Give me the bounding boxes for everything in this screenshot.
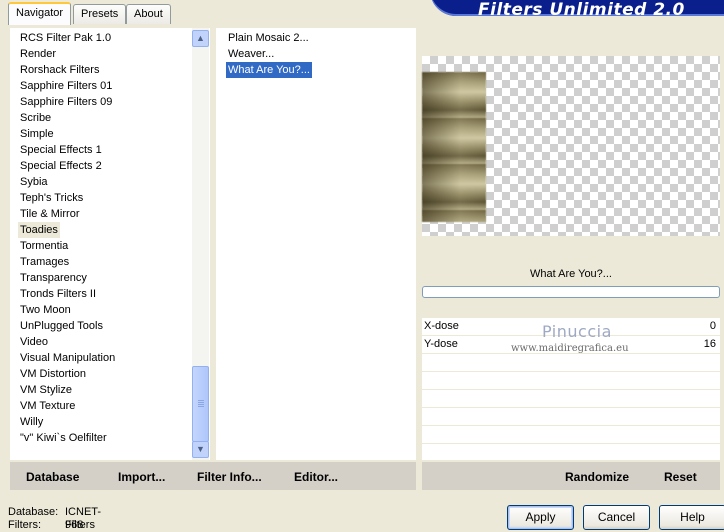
param-value[interactable]: 0: [710, 318, 716, 335]
editor-button[interactable]: Editor...: [294, 470, 338, 484]
database-button[interactable]: Database: [26, 470, 79, 484]
param-row-empty: [422, 426, 720, 444]
category-item[interactable]: Tramages: [20, 254, 69, 270]
preview-image: [422, 72, 486, 222]
app-banner: Filters Unlimited 2.0: [430, 0, 724, 16]
param-row-empty: [422, 390, 720, 408]
filter-info-button[interactable]: Filter Info...: [197, 470, 262, 484]
param-label: X-dose: [424, 320, 459, 332]
randomize-button[interactable]: Randomize: [565, 470, 629, 484]
category-scrollbar[interactable]: ▲ ▼: [192, 28, 209, 460]
app-title: Filters Unlimited 2.0: [478, 0, 685, 16]
category-item[interactable]: Two Moon: [20, 302, 71, 318]
category-item[interactable]: Tile & Mirror: [20, 206, 79, 222]
scroll-thumb[interactable]: [192, 366, 209, 442]
tab-navigator[interactable]: Navigator: [8, 2, 72, 25]
progress-bar: [422, 286, 720, 298]
filter-item[interactable]: Plain Mosaic 2...: [226, 30, 311, 46]
apply-button[interactable]: Apply: [507, 505, 574, 530]
filter-list[interactable]: Plain Mosaic 2... Weaver... What Are You?.…: [216, 28, 416, 460]
category-item[interactable]: Teph's Tricks: [20, 190, 83, 206]
preview-canvas[interactable]: [422, 56, 720, 236]
watermark-url: www.maidiregrafica.eu: [511, 343, 629, 354]
category-item[interactable]: Transparency: [20, 270, 87, 286]
left-action-bar: Database Import... Filter Info... Editor…: [10, 462, 416, 490]
category-item[interactable]: Simple: [20, 126, 54, 142]
tab-presets[interactable]: Presets: [73, 4, 127, 24]
category-item[interactable]: Sapphire Filters 09: [20, 94, 112, 110]
import-button[interactable]: Import...: [118, 470, 165, 484]
category-item[interactable]: VM Texture: [20, 398, 75, 414]
category-item[interactable]: Visual Manipulation: [20, 350, 115, 366]
category-item[interactable]: UnPlugged Tools: [20, 318, 103, 334]
tab-about[interactable]: About: [126, 4, 171, 24]
reset-button[interactable]: Reset: [664, 470, 697, 484]
category-item[interactable]: Scribe: [20, 110, 51, 126]
param-label: Y-dose: [424, 338, 458, 350]
category-item[interactable]: Sybia: [20, 174, 48, 190]
status-filters-value: 968: [65, 519, 84, 531]
filter-item[interactable]: Weaver...: [226, 46, 276, 62]
category-item[interactable]: Tronds Filters II: [20, 286, 96, 302]
category-item[interactable]: RCS Filter Pak 1.0: [20, 30, 111, 46]
category-item[interactable]: Sapphire Filters 01: [20, 78, 112, 94]
scroll-up-arrow-icon[interactable]: ▲: [192, 30, 209, 47]
status-database: Database: ICNET-Filters: [8, 506, 101, 531]
category-item[interactable]: VM Distortion: [20, 366, 86, 382]
status-database-label: Database:: [8, 506, 59, 518]
scroll-down-arrow-icon[interactable]: ▼: [192, 441, 209, 458]
category-item[interactable]: Rorshack Filters: [20, 62, 99, 78]
param-value[interactable]: 16: [704, 336, 716, 353]
cancel-button[interactable]: Cancel: [583, 505, 650, 530]
param-row-empty: [422, 354, 720, 372]
filter-item[interactable]: What Are You?...: [226, 62, 312, 78]
param-row-empty: [422, 408, 720, 426]
status-filters: Filters: 968: [8, 519, 83, 532]
category-item[interactable]: Special Effects 1: [20, 142, 102, 158]
category-item[interactable]: "v" Kiwi`s Oelfilter: [20, 430, 107, 446]
param-row-empty: [422, 444, 720, 462]
status-filters-label: Filters:: [8, 519, 41, 531]
help-button[interactable]: Help: [659, 505, 724, 530]
category-item[interactable]: Render: [20, 46, 56, 62]
param-row-empty: [422, 372, 720, 390]
category-item[interactable]: Video: [20, 334, 48, 350]
right-action-bar: Randomize Reset: [422, 462, 720, 490]
watermark-name: Pinuccia: [542, 322, 612, 341]
category-item[interactable]: Tormentia: [20, 238, 68, 254]
current-filter-name: What Are You?...: [530, 268, 612, 280]
category-item[interactable]: Willy: [20, 414, 43, 430]
category-list[interactable]: RCS Filter Pak 1.0 Render Rorshack Filters…: [10, 28, 210, 460]
category-item[interactable]: Toadies: [18, 222, 60, 238]
category-item[interactable]: Special Effects 2: [20, 158, 102, 174]
category-item[interactable]: VM Stylize: [20, 382, 72, 398]
